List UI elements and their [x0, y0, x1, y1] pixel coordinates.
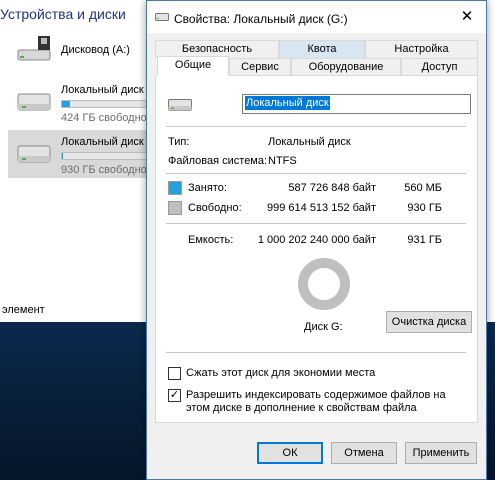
used-short: 560 МБ: [404, 182, 442, 194]
ok-button[interactable]: ОК: [257, 442, 323, 464]
tab-tools[interactable]: Сервис: [229, 58, 291, 76]
dialog-title: Свойства: Локальный диск (G:): [174, 12, 348, 26]
free-short: 930 ГБ: [407, 202, 442, 214]
filesystem-value: NTFS: [268, 155, 297, 167]
index-label: Разрешить индексировать содержимое файло…: [186, 389, 446, 414]
free-space-swatch: [168, 201, 182, 215]
general-tab-panel: Локальный диск Тип: Локальный диск Файло…: [155, 75, 478, 423]
tab-quota[interactable]: Квота: [279, 40, 365, 58]
divider: [166, 173, 466, 174]
properties-dialog: Свойства: Локальный диск (G:) ✕ Безопасн…: [146, 0, 487, 480]
type-label: Тип:: [168, 136, 190, 148]
donut-free-ring: [298, 258, 350, 310]
cancel-button[interactable]: Отмена: [331, 442, 397, 464]
disk-usage-donut: [298, 258, 350, 310]
drive-g[interactable]: Локальный диск (G:) 930 ГБ свободно из 9…: [8, 130, 199, 178]
index-checkbox[interactable]: ✓: [168, 389, 181, 402]
free-bytes: 999 614 513 152 байт: [267, 202, 376, 214]
used-label: Занято:: [188, 182, 227, 194]
tab-sharing[interactable]: Доступ: [401, 58, 478, 76]
compress-label: Сжать этот диск для экономии места: [186, 367, 376, 379]
type-value: Локальный диск: [268, 136, 351, 148]
tab-hardware[interactable]: Оборудование: [291, 58, 401, 76]
free-label: Свободно:: [188, 202, 242, 214]
drive-label-text: Локальный диск: [245, 96, 330, 110]
hard-drive-icon: [17, 145, 51, 163]
floppy-icon: [17, 36, 51, 61]
used-space-swatch: [168, 181, 182, 195]
close-icon[interactable]: ✕: [454, 6, 480, 28]
hard-drive-icon: [17, 93, 51, 111]
tab-customize[interactable]: Настройка: [365, 40, 478, 58]
drive-small-icon: [155, 13, 169, 21]
drive-usage-bar: [61, 152, 151, 160]
drive-name: Дисковод (A:): [61, 44, 130, 56]
compress-checkbox[interactable]: [168, 367, 181, 380]
capacity-label: Емкость:: [188, 234, 234, 246]
status-bar-text: элемент: [2, 304, 45, 316]
divider: [166, 223, 466, 224]
hard-drive-icon: [168, 99, 192, 111]
drive-a[interactable]: Дисковод (A:): [8, 26, 150, 74]
capacity-short: 931 ГБ: [407, 234, 442, 246]
used-bytes: 587 726 848 байт: [288, 182, 376, 194]
devices-heading: Устройства и диски: [0, 6, 126, 22]
disk-caption: Диск G:: [304, 321, 343, 333]
capacity-bytes: 1 000 202 240 000 байт: [257, 234, 376, 246]
divider: [166, 126, 466, 127]
tab-general[interactable]: Общие: [157, 56, 229, 76]
dialog-titlebar[interactable]: Свойства: Локальный диск (G:) ✕: [147, 1, 486, 33]
drive-c[interactable]: Локальный диск (C:) 424 ГБ свободно из 4…: [8, 78, 199, 126]
disk-cleanup-button[interactable]: Очистка диска: [386, 311, 472, 333]
drive-label-input[interactable]: Локальный диск: [242, 94, 471, 114]
apply-button[interactable]: Применить: [405, 442, 477, 464]
filesystem-label: Файловая система:: [168, 155, 268, 167]
divider: [166, 352, 466, 353]
drive-usage-bar: [61, 100, 151, 108]
